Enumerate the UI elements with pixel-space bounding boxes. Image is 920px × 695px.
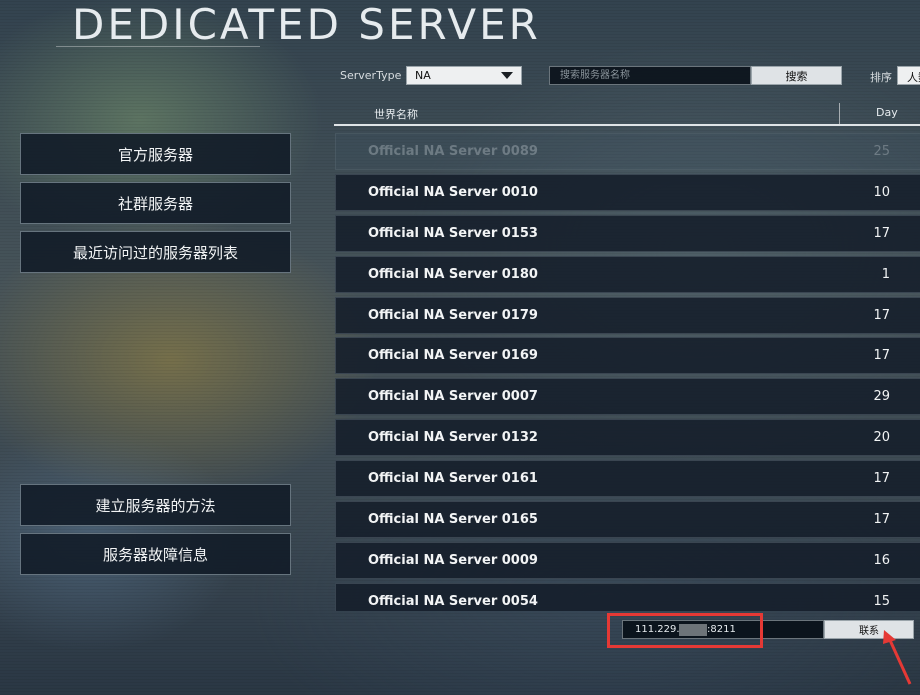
sort-label: 排序 xyxy=(870,71,892,84)
server-search-input[interactable] xyxy=(549,66,751,85)
server-name: Official NA Server 0180 xyxy=(368,266,538,282)
server-list[interactable]: Official NA Server 0089 25 Official NA S… xyxy=(335,133,920,611)
sidebar-item-official-servers[interactable]: 官方服务器 xyxy=(20,133,291,175)
column-header-day[interactable]: Day xyxy=(876,106,898,119)
server-row[interactable]: Official NA Server 0153 17 xyxy=(335,214,920,252)
sidebar-item-server-issues[interactable]: 服务器故障信息 xyxy=(20,533,291,575)
server-name: Official NA Server 0179 xyxy=(368,307,538,323)
server-day: 17 xyxy=(873,512,890,528)
server-name: Official NA Server 0153 xyxy=(368,225,538,241)
server-day: 17 xyxy=(873,348,890,364)
server-name: Official NA Server 0169 xyxy=(368,348,538,364)
server-row[interactable]: Official NA Server 0161 17 xyxy=(335,460,920,498)
server-row[interactable]: Official NA Server 0010 10 xyxy=(335,173,920,211)
server-name: Official NA Server 0010 xyxy=(368,184,538,200)
server-day: 25 xyxy=(873,144,890,159)
sidebar-item-recent-servers[interactable]: 最近访问过的服务器列表 xyxy=(20,231,291,273)
server-day: 16 xyxy=(873,552,890,568)
server-day: 29 xyxy=(873,389,890,405)
server-row[interactable]: Official NA Server 0165 17 xyxy=(335,501,920,539)
server-row[interactable]: Official NA Server 0179 17 xyxy=(335,296,920,334)
server-name: Official NA Server 0009 xyxy=(368,552,538,568)
server-name: Official NA Server 0132 xyxy=(368,430,538,446)
sort-select[interactable]: 人数 xyxy=(897,66,920,85)
server-day: 20 xyxy=(873,430,890,446)
page-title: DEDICATED SERVER xyxy=(72,0,541,49)
server-day: 17 xyxy=(873,471,890,487)
header-divider xyxy=(334,124,920,126)
server-name: Official NA Server 0007 xyxy=(368,389,538,405)
chevron-down-icon xyxy=(501,72,513,79)
sidebar-item-community-servers[interactable]: 社群服务器 xyxy=(20,182,291,224)
server-name: Official NA Server 0054 xyxy=(368,593,538,609)
server-day: 10 xyxy=(873,184,890,200)
server-row[interactable]: Official NA Server 0009 16 xyxy=(335,541,920,579)
server-row[interactable]: Official NA Server 0180 1 xyxy=(335,255,920,293)
server-name: Official NA Server 0161 xyxy=(368,471,538,487)
annotation-arrow-icon xyxy=(883,630,912,685)
server-row[interactable]: Official NA Server 0132 20 xyxy=(335,419,920,457)
server-type-select[interactable]: NA xyxy=(406,66,522,85)
server-row[interactable]: Official NA Server 0054 15 xyxy=(335,582,920,611)
server-name: Official NA Server 0089 xyxy=(368,144,538,159)
server-row[interactable]: Official NA Server 0089 25 xyxy=(335,133,920,170)
server-day: 15 xyxy=(873,593,890,609)
server-type-label: ServerType xyxy=(340,69,402,82)
server-type-value: NA xyxy=(415,69,431,82)
server-name: Official NA Server 0165 xyxy=(368,512,538,528)
server-day: 1 xyxy=(881,266,890,282)
annotation-highlight-box xyxy=(607,613,763,648)
server-day: 17 xyxy=(873,307,890,323)
sidebar-item-how-to-host[interactable]: 建立服务器的方法 xyxy=(20,484,291,526)
server-row[interactable]: Official NA Server 0007 29 xyxy=(335,378,920,416)
server-day: 17 xyxy=(873,225,890,241)
column-header-world-name[interactable]: 世界名称 xyxy=(374,106,418,122)
title-underline xyxy=(56,46,260,47)
server-row[interactable]: Official NA Server 0169 17 xyxy=(335,337,920,375)
column-divider xyxy=(839,103,840,125)
search-button[interactable]: 搜索 xyxy=(751,66,842,85)
sort-value: 人数 xyxy=(907,71,920,84)
